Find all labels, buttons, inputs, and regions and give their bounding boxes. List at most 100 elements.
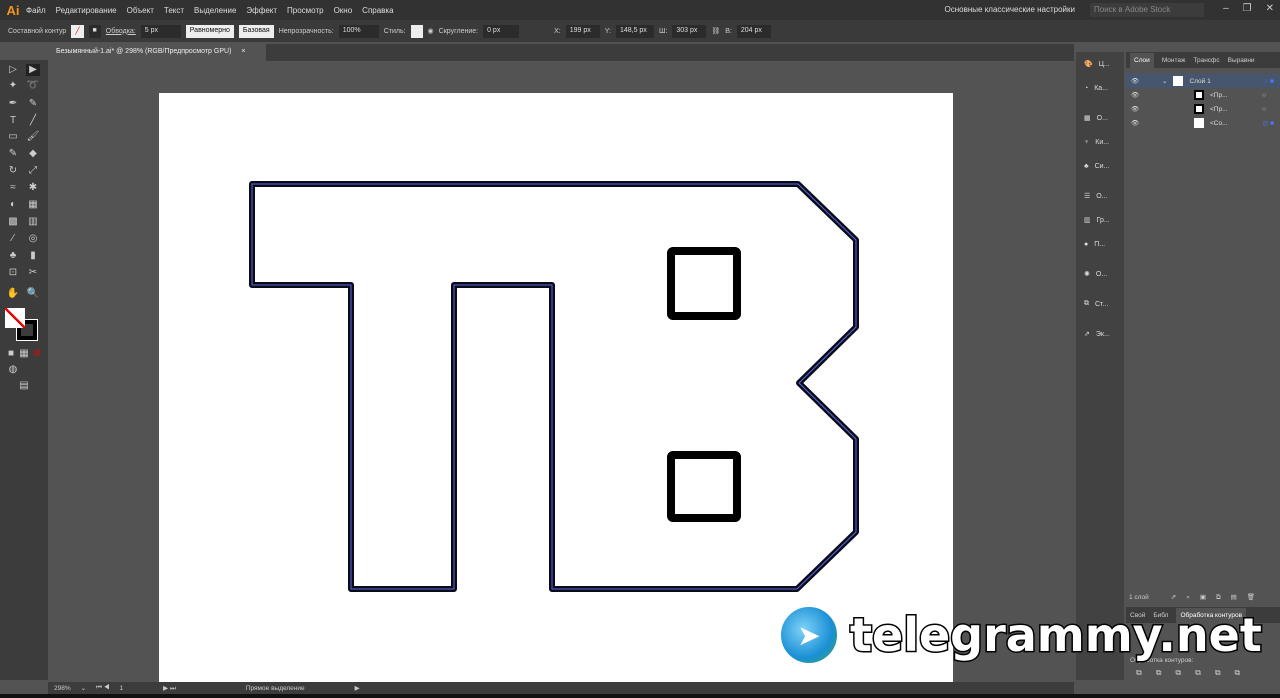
puppet-warp-icon[interactable]: ✱ xyxy=(26,182,40,194)
panel-brushes[interactable]: ♆ Ки... xyxy=(1076,130,1124,154)
layer-row[interactable]: 👁 <Со... ◎ ■ xyxy=(1126,116,1280,130)
fill-stroke-swatches[interactable] xyxy=(5,308,39,341)
zoom-tool-icon[interactable]: 🔍 xyxy=(26,288,40,300)
x-input[interactable]: 199 px xyxy=(565,24,600,38)
recolor-icon[interactable]: ◉ xyxy=(428,27,434,35)
close-icon[interactable]: ✕ xyxy=(1266,3,1274,14)
zoom-dropdown-icon[interactable]: ⌄ xyxy=(81,684,86,692)
target-icon[interactable]: ○ xyxy=(1262,92,1266,99)
type-tool-icon[interactable]: T xyxy=(6,115,20,127)
stroke-swatch[interactable]: ■ xyxy=(88,24,101,38)
zoom-level[interactable]: 298% xyxy=(54,685,71,692)
fill-swatch[interactable]: ╱ xyxy=(71,24,84,38)
perspective-icon[interactable]: ▦ xyxy=(26,199,40,211)
menu-edit[interactable]: Редактирование xyxy=(56,6,117,15)
menu-file[interactable]: Файл xyxy=(26,6,46,15)
scale-icon[interactable]: ⤢ xyxy=(26,165,40,177)
panel-appearance[interactable]: ✺ О... xyxy=(1076,262,1124,286)
style-swatch[interactable] xyxy=(410,24,423,38)
gradient-mode-icon[interactable]: ▦ xyxy=(17,348,31,360)
tab-align[interactable]: Выравни xyxy=(1228,57,1255,64)
panel-swatches[interactable]: ▦ О... xyxy=(1076,106,1124,130)
stroke-weight-input[interactable]: 5 px xyxy=(140,24,181,38)
visibility-eye-icon[interactable]: 👁 xyxy=(1126,77,1144,85)
panel-transparency[interactable]: ● П... xyxy=(1076,232,1124,256)
rotate-icon[interactable]: ↻ xyxy=(6,165,20,177)
corner-input[interactable]: 0 px xyxy=(483,24,520,38)
brush-select[interactable]: Базовая xyxy=(238,24,274,38)
target-icon[interactable]: ○ xyxy=(1262,106,1266,113)
color-mode-icon[interactable]: ■ xyxy=(4,348,18,360)
tab-transform[interactable]: Трансфс xyxy=(1193,57,1219,64)
artboard-tool-icon[interactable]: ⊡ xyxy=(6,267,20,279)
panel-gradient[interactable]: ▥ Гр... xyxy=(1076,208,1124,232)
visibility-eye-icon[interactable]: 👁 xyxy=(1126,105,1144,113)
width-tool-icon[interactable]: ≈ xyxy=(6,182,20,194)
close-tab-icon[interactable]: × xyxy=(241,48,245,55)
tab-layers[interactable]: Слои xyxy=(1130,52,1154,68)
hand-tool-icon[interactable]: ✋ xyxy=(6,288,20,300)
prev-artboard-icon[interactable]: ⏮ ◀ xyxy=(96,684,109,692)
draw-mode-icon[interactable]: ◍ xyxy=(6,364,20,376)
expand-chevron-icon[interactable]: ⌄ xyxy=(1162,77,1167,85)
selection-tool-icon[interactable]: ▷ xyxy=(6,64,20,76)
artboard[interactable] xyxy=(159,93,953,683)
menu-select[interactable]: Выделение xyxy=(194,6,236,15)
layer-actions-icons[interactable]: ⇗⌕▣⧉▤🗑 xyxy=(1171,594,1265,601)
next-artboard-icon[interactable]: ▶ ⏭ xyxy=(163,684,176,693)
artwork[interactable] xyxy=(159,93,953,683)
screen-mode-icon[interactable]: ▤ xyxy=(17,380,31,392)
magic-wand-icon[interactable]: ✦ xyxy=(6,80,20,92)
menu-window[interactable]: Окно xyxy=(334,6,353,15)
stroke-label[interactable]: Обводка: xyxy=(106,28,136,35)
height-input[interactable]: 204 px xyxy=(736,24,771,38)
menu-object[interactable]: Объект xyxy=(127,6,154,15)
menu-text[interactable]: Текст xyxy=(164,6,184,15)
panel-stroke[interactable]: ☰ О... xyxy=(1076,184,1124,208)
panel-graphic-styles[interactable]: ⧉ Ст... xyxy=(1076,292,1124,316)
gradient-icon[interactable]: ▥ xyxy=(26,216,40,228)
symbol-sprayer-icon[interactable]: ♣ xyxy=(6,250,20,262)
panel-export[interactable]: ⇗ Эк... xyxy=(1076,322,1124,346)
curvature-icon[interactable]: ✎ xyxy=(26,98,40,110)
target-icon[interactable]: ◎ ■ xyxy=(1263,119,1274,127)
stock-search-input[interactable]: Поиск в Adobe Stock xyxy=(1090,3,1204,17)
tab-artboards[interactable]: Монтаж xyxy=(1162,57,1186,64)
eraser-icon[interactable]: ◆ xyxy=(26,148,40,160)
workspace-switcher[interactable]: Основные классические настройки xyxy=(945,5,1075,14)
panel-guides[interactable]: ◔ Ка... xyxy=(1076,76,1124,100)
restore-icon[interactable]: ❐ xyxy=(1243,3,1252,14)
link-icon[interactable]: ⛓ xyxy=(711,27,720,35)
lasso-icon[interactable]: ➰ xyxy=(26,80,40,92)
fill-none-icon[interactable] xyxy=(5,308,25,328)
opacity-label[interactable]: Непрозрачность: xyxy=(279,28,334,35)
opacity-input[interactable]: 100% xyxy=(338,24,379,38)
slice-icon[interactable]: ✂ xyxy=(26,267,40,279)
status-menu-icon[interactable]: ▶ xyxy=(355,684,360,692)
mesh-icon[interactable]: ▩ xyxy=(6,216,20,228)
minimize-icon[interactable]: – xyxy=(1223,3,1229,14)
layer-row[interactable]: 👁 <Пр... ○ xyxy=(1126,88,1280,102)
document-tab[interactable]: Безымянный-1.ai* @ 298% (RGB/Предпросмот… xyxy=(48,44,266,61)
eyedropper-icon[interactable]: ⁄ xyxy=(6,233,20,245)
none-mode-icon[interactable]: ⊘ xyxy=(30,348,44,360)
visibility-eye-icon[interactable]: 👁 xyxy=(1126,119,1144,127)
corner-label[interactable]: Скругление: xyxy=(439,28,478,35)
line-tool-icon[interactable]: ╱ xyxy=(26,115,40,127)
menu-help[interactable]: Справка xyxy=(362,6,393,15)
menu-view[interactable]: Просмотр xyxy=(287,6,324,15)
shaper-icon[interactable]: ✎ xyxy=(6,148,20,160)
artboard-number[interactable]: 1 xyxy=(120,685,124,692)
pathfinder-buttons[interactable]: ⧉⧉⧉⧉⧉⧉ xyxy=(1126,668,1280,678)
direct-selection-tool-icon[interactable]: ▶ xyxy=(26,64,40,76)
y-input[interactable]: 148,5 px xyxy=(615,24,654,38)
menu-effect[interactable]: Эффект xyxy=(246,6,277,15)
width-input[interactable]: 303 px xyxy=(672,24,707,38)
shape-builder-icon[interactable]: ◐ xyxy=(6,199,20,211)
target-icon[interactable]: ○ ■ xyxy=(1264,78,1274,85)
panel-symbols[interactable]: ♣ Си... xyxy=(1076,154,1124,178)
graph-icon[interactable]: ▮ xyxy=(26,250,40,262)
layer-row[interactable]: 👁 <Пр... ○ xyxy=(1126,102,1280,116)
visibility-eye-icon[interactable]: 👁 xyxy=(1126,91,1144,99)
pen-tool-icon[interactable]: ✒ xyxy=(6,98,20,110)
